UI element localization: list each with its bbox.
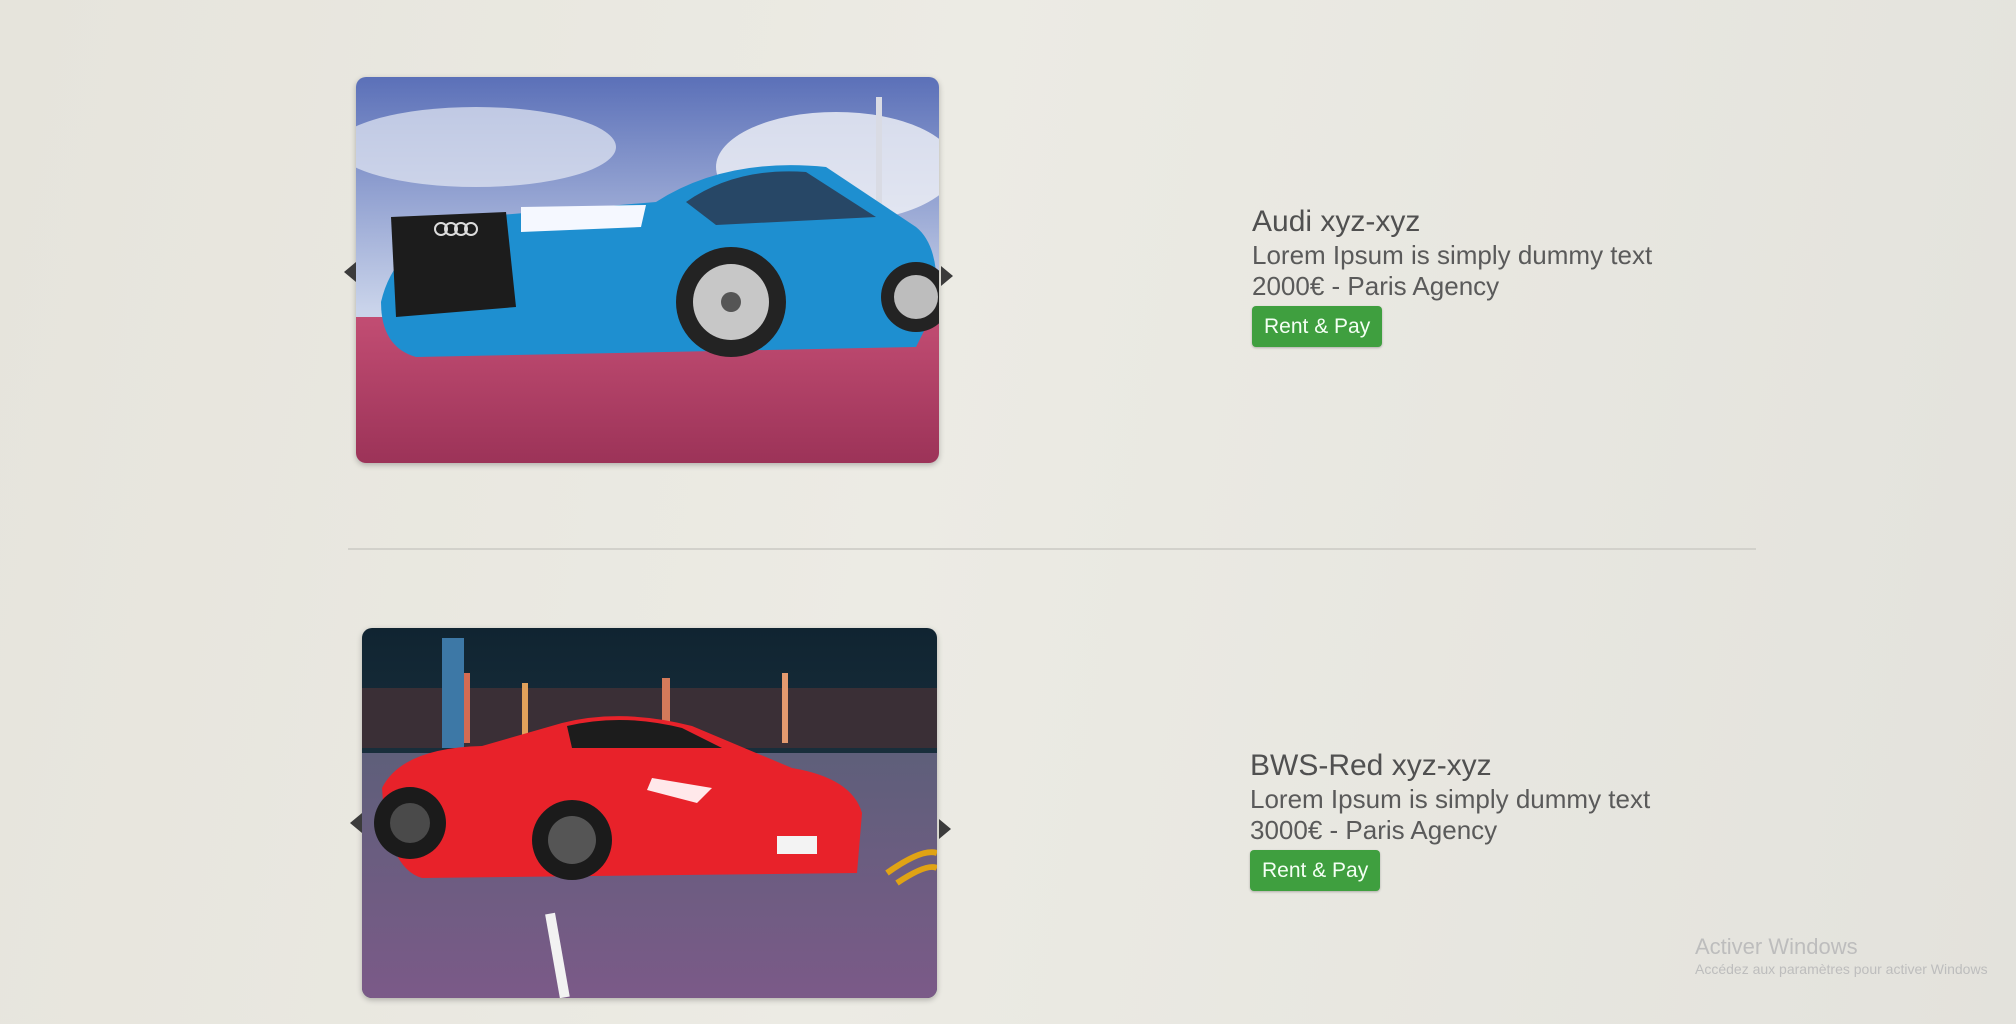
car-description: Lorem Ipsum is simply dummy text (1250, 784, 1651, 814)
car-description: Lorem Ipsum is simply dummy text (1252, 240, 1653, 270)
blue-audi-image (356, 77, 939, 463)
car-title: Audi xyz-xyz (1252, 205, 1421, 238)
carousel-prev-arrow-icon[interactable] (344, 262, 356, 282)
car-price-location: 2000€ - Paris Agency (1252, 271, 1500, 301)
car-listing-audi: Audi xyz-xyz Lorem Ipsum is simply dummy… (0, 0, 2016, 548)
rent-pay-button[interactable]: Rent & Pay (1252, 306, 1383, 347)
car-price-location: 3000€ - Paris Agency (1250, 815, 1498, 845)
carousel-prev-arrow-icon[interactable] (350, 813, 362, 833)
windows-activation-watermark: Activer Windows Accédez aux paramètres p… (1695, 934, 1988, 978)
carousel-next-arrow-icon[interactable] (939, 819, 951, 839)
car-title: BWS-Red xyz-xyz (1250, 749, 1492, 782)
car-photo-ferrari (362, 628, 937, 998)
rent-pay-button[interactable]: Rent & Pay (1250, 850, 1381, 891)
car-info: BWS-Red xyz-xyz Lorem Ipsum is simply du… (1250, 748, 1650, 891)
watermark-subtitle: Accédez aux paramètres pour activer Wind… (1695, 961, 1988, 977)
red-ferrari-image (362, 628, 937, 998)
carousel-next-arrow-icon[interactable] (941, 266, 953, 286)
car-info: Audi xyz-xyz Lorem Ipsum is simply dummy… (1252, 204, 1652, 347)
watermark-title: Activer Windows (1695, 934, 1858, 959)
car-photo-audi (356, 77, 939, 463)
